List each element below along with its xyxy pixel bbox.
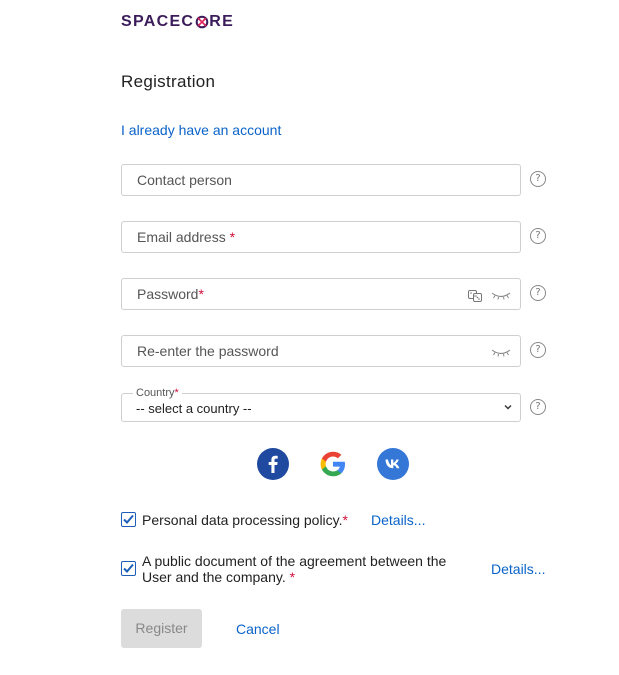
contact-person-placeholder: Contact person: [137, 172, 232, 188]
email-required-mark: *: [229, 229, 236, 245]
email-placeholder: Email address: [137, 229, 226, 245]
cancel-link[interactable]: Cancel: [236, 621, 280, 637]
reenter-password-placeholder: Re-enter the password: [137, 343, 279, 359]
agreement-details-link[interactable]: Details...: [491, 561, 545, 577]
email-field[interactable]: Email address *: [121, 221, 521, 253]
checkmark-icon: [123, 514, 134, 524]
agreement-checkbox[interactable]: [121, 561, 136, 576]
password-required-mark: *: [198, 286, 204, 302]
spacecore-logo: SPACEC RE: [121, 13, 234, 31]
email-help-icon[interactable]: ?: [530, 228, 546, 244]
personal-data-text: Personal data processing policy.: [142, 512, 343, 528]
google-login-button[interactable]: [317, 448, 349, 480]
facebook-login-button[interactable]: [257, 448, 289, 480]
country-select[interactable]: Country* -- select a country --: [121, 387, 521, 422]
password-field[interactable]: Password*: [121, 278, 521, 310]
vk-login-button[interactable]: [377, 448, 409, 480]
google-icon: [320, 451, 345, 477]
reenter-password-field[interactable]: Re-enter the password: [121, 335, 521, 367]
register-button[interactable]: Register: [121, 609, 202, 648]
vk-icon: [385, 459, 400, 469]
country-help-icon[interactable]: ?: [530, 399, 546, 415]
logo-text-suffix: RE: [209, 13, 235, 30]
page-title: Registration: [121, 72, 216, 91]
agreement-text-line2: User and the company.: [142, 569, 286, 585]
chevron-down-icon: [504, 405, 512, 410]
logo-o-symbol-icon: [195, 15, 209, 29]
personal-data-details-link[interactable]: Details...: [371, 512, 425, 528]
contact-person-field[interactable]: Contact person: [121, 164, 521, 196]
reenter-help-icon[interactable]: ?: [530, 342, 546, 358]
agreement-required-mark: *: [289, 569, 296, 585]
already-have-account-link[interactable]: I already have an account: [121, 122, 281, 138]
generate-password-icon[interactable]: [467, 287, 483, 303]
password-placeholder: Password: [137, 286, 199, 302]
agreement-text-line1: A public document of the agreement betwe…: [142, 553, 447, 569]
password-help-icon[interactable]: ?: [530, 285, 546, 301]
country-label: Country: [136, 387, 175, 399]
show-password-eye-icon[interactable]: [491, 288, 511, 302]
checkmark-icon: [123, 563, 134, 573]
country-required-mark: *: [174, 387, 179, 399]
contact-help-icon[interactable]: ?: [530, 171, 546, 187]
country-selected-value: -- select a country --: [136, 401, 252, 416]
logo-text-prefix: SPACEC: [121, 13, 195, 30]
facebook-icon: [268, 455, 278, 473]
personal-data-checkbox[interactable]: [121, 512, 136, 527]
personal-data-required-mark: *: [342, 512, 348, 528]
show-reenter-password-eye-icon[interactable]: [491, 345, 511, 359]
